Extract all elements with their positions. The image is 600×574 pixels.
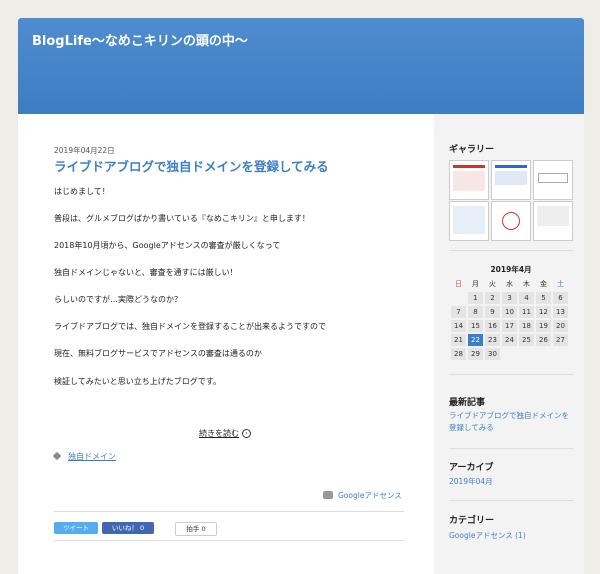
- weekday-label: 土: [557, 280, 564, 288]
- weekday-label: 日: [455, 280, 462, 288]
- calendar-day: [451, 292, 466, 304]
- tag-icon: [52, 451, 62, 461]
- calendar-day: 20: [553, 320, 568, 332]
- calendar-day: 10: [502, 306, 517, 318]
- read-more-label: 続きを読む: [199, 429, 239, 438]
- thumbnail-block: [453, 171, 485, 191]
- calendar-day: 28: [451, 348, 466, 360]
- gallery-thumbnail[interactable]: [533, 201, 573, 241]
- calendar-day: 8: [468, 306, 483, 318]
- main-content: 2019年04月22日 ライブドアブログで独自ドメインを登録してみる はじめまし…: [18, 114, 434, 574]
- calendar-title: 2019年4月: [490, 265, 532, 274]
- calendar-day: 17: [502, 320, 517, 332]
- calendar-day: 12: [536, 306, 551, 318]
- calendar-day: 13: [553, 306, 568, 318]
- like-button[interactable]: いいね！ 0: [102, 522, 154, 534]
- calendar-day: 1: [468, 292, 483, 304]
- gallery-heading: ギャラリー: [449, 145, 495, 155]
- calendar-day: 23: [485, 334, 500, 346]
- calendar-day: [536, 348, 551, 360]
- post-paragraph: ライブドアブログでは、独自ドメインを登録することが出来るようですので: [54, 322, 326, 331]
- thumbnail-circle: [502, 212, 520, 230]
- calendar-day: [553, 348, 568, 360]
- post-paragraph: 現在、無料ブログサービスでアドセンスの審査は通るのか: [54, 349, 262, 358]
- archive-heading: アーカイブ: [449, 463, 494, 473]
- calendar-day: 14: [451, 320, 466, 332]
- calendar-day: 27: [553, 334, 568, 346]
- post-paragraph: 2018年10月頃から、Googleアドセンスの審査が厳しくなって: [54, 241, 281, 250]
- folder-icon: [323, 491, 333, 499]
- calendar-day: 19: [536, 320, 551, 332]
- calendar-day: 24: [502, 334, 517, 346]
- weekday-label: 木: [523, 280, 530, 288]
- clap-button[interactable]: 拍手 0: [175, 522, 217, 536]
- tweet-button[interactable]: ツイート: [54, 522, 98, 534]
- calendar-day: 21: [451, 334, 466, 346]
- thumbnail-block: [495, 171, 527, 185]
- calendar-day: 7: [451, 306, 466, 318]
- calendar-day: 4: [519, 292, 534, 304]
- calendar-day: 30: [485, 348, 500, 360]
- calendar-day: 25: [519, 334, 534, 346]
- calendar-day: 15: [468, 320, 483, 332]
- post-paragraph: 検証してみたいと思い立ち上げたブログです。: [54, 377, 221, 386]
- thumbnail-block: [537, 206, 569, 226]
- category-list-link[interactable]: Googleアドセンス (1): [449, 530, 526, 542]
- calendar-day: 2: [485, 292, 500, 304]
- divider: [449, 448, 573, 449]
- gallery: [449, 160, 573, 241]
- gallery-thumbnail[interactable]: [449, 201, 489, 241]
- divider: [449, 500, 573, 501]
- recent-posts-heading: 最新記事: [449, 398, 486, 408]
- thumbnail-block: [453, 206, 485, 234]
- gallery-thumbnail[interactable]: [491, 160, 531, 200]
- calendar-day: 26: [536, 334, 551, 346]
- calendar-day: 3: [502, 292, 517, 304]
- page-frame: BlogLife～なめこキリンの頭の中～ 2019年04月22日 ライブドアブロ…: [18, 18, 584, 574]
- category-heading: カテゴリー: [449, 516, 495, 526]
- thumbnail-bar: [453, 165, 485, 168]
- weekday-label: 火: [489, 280, 496, 288]
- calendar-day: 29: [468, 348, 483, 360]
- calendar-day: 16: [485, 320, 500, 332]
- sidebar: ギャラリー 2019年4月 日 月 火 水 木 金 土 1 2 3 4 5 6 …: [434, 114, 584, 574]
- site-title[interactable]: BlogLife～なめこキリンの頭の中～: [32, 30, 248, 49]
- thumbnail-block: [538, 173, 568, 183]
- calendar-day: 11: [519, 306, 534, 318]
- calendar-day: [502, 348, 517, 360]
- post-paragraph: らしいのですが…実際どうなのか？: [54, 295, 182, 304]
- post-paragraph: はじめまして！: [54, 187, 110, 196]
- calendar-day-today[interactable]: 22: [468, 334, 483, 346]
- calendar: 日 月 火 水 木 金 土 1 2 3 4 5 6 7 8 9 10 11 12…: [449, 276, 570, 362]
- post-date: 2019年04月22日: [54, 146, 115, 155]
- arrow-right-circle-icon: ›: [242, 429, 251, 438]
- divider: [54, 540, 404, 541]
- weekday-label: 金: [540, 280, 547, 288]
- divider: [449, 250, 573, 251]
- recent-post-link[interactable]: ライブドアブログで独自ドメインを登録してみる: [449, 410, 574, 434]
- gallery-thumbnail[interactable]: [449, 160, 489, 200]
- divider: [54, 511, 404, 512]
- weekday-label: 月: [472, 280, 479, 288]
- calendar-day: 6: [553, 292, 568, 304]
- weekday-label: 水: [506, 280, 513, 288]
- calendar-day: 18: [519, 320, 534, 332]
- gallery-thumbnail[interactable]: [533, 160, 573, 200]
- archive-link[interactable]: 2019年04月: [449, 476, 493, 488]
- thumbnail-bar: [495, 165, 527, 168]
- site-header: BlogLife～なめこキリンの頭の中～: [18, 18, 584, 114]
- calendar-day: [519, 348, 534, 360]
- calendar-day: 5: [536, 292, 551, 304]
- tag-link[interactable]: 独自ドメイン: [68, 451, 116, 462]
- category-link[interactable]: Googleアドセンス: [338, 490, 402, 501]
- gallery-thumbnail[interactable]: [491, 201, 531, 241]
- calendar-day: 9: [485, 306, 500, 318]
- divider: [449, 374, 573, 375]
- post-paragraph: 独自ドメインじゃないと、審査を通すには厳しい！: [54, 268, 238, 277]
- read-more-link[interactable]: 続きを読む ›: [199, 428, 251, 439]
- post-paragraph: 普段は、グルメブログばかり書いている『なめこキリン』と申します！: [54, 214, 310, 223]
- post-title[interactable]: ライブドアブログで独自ドメインを登録してみる: [54, 156, 329, 175]
